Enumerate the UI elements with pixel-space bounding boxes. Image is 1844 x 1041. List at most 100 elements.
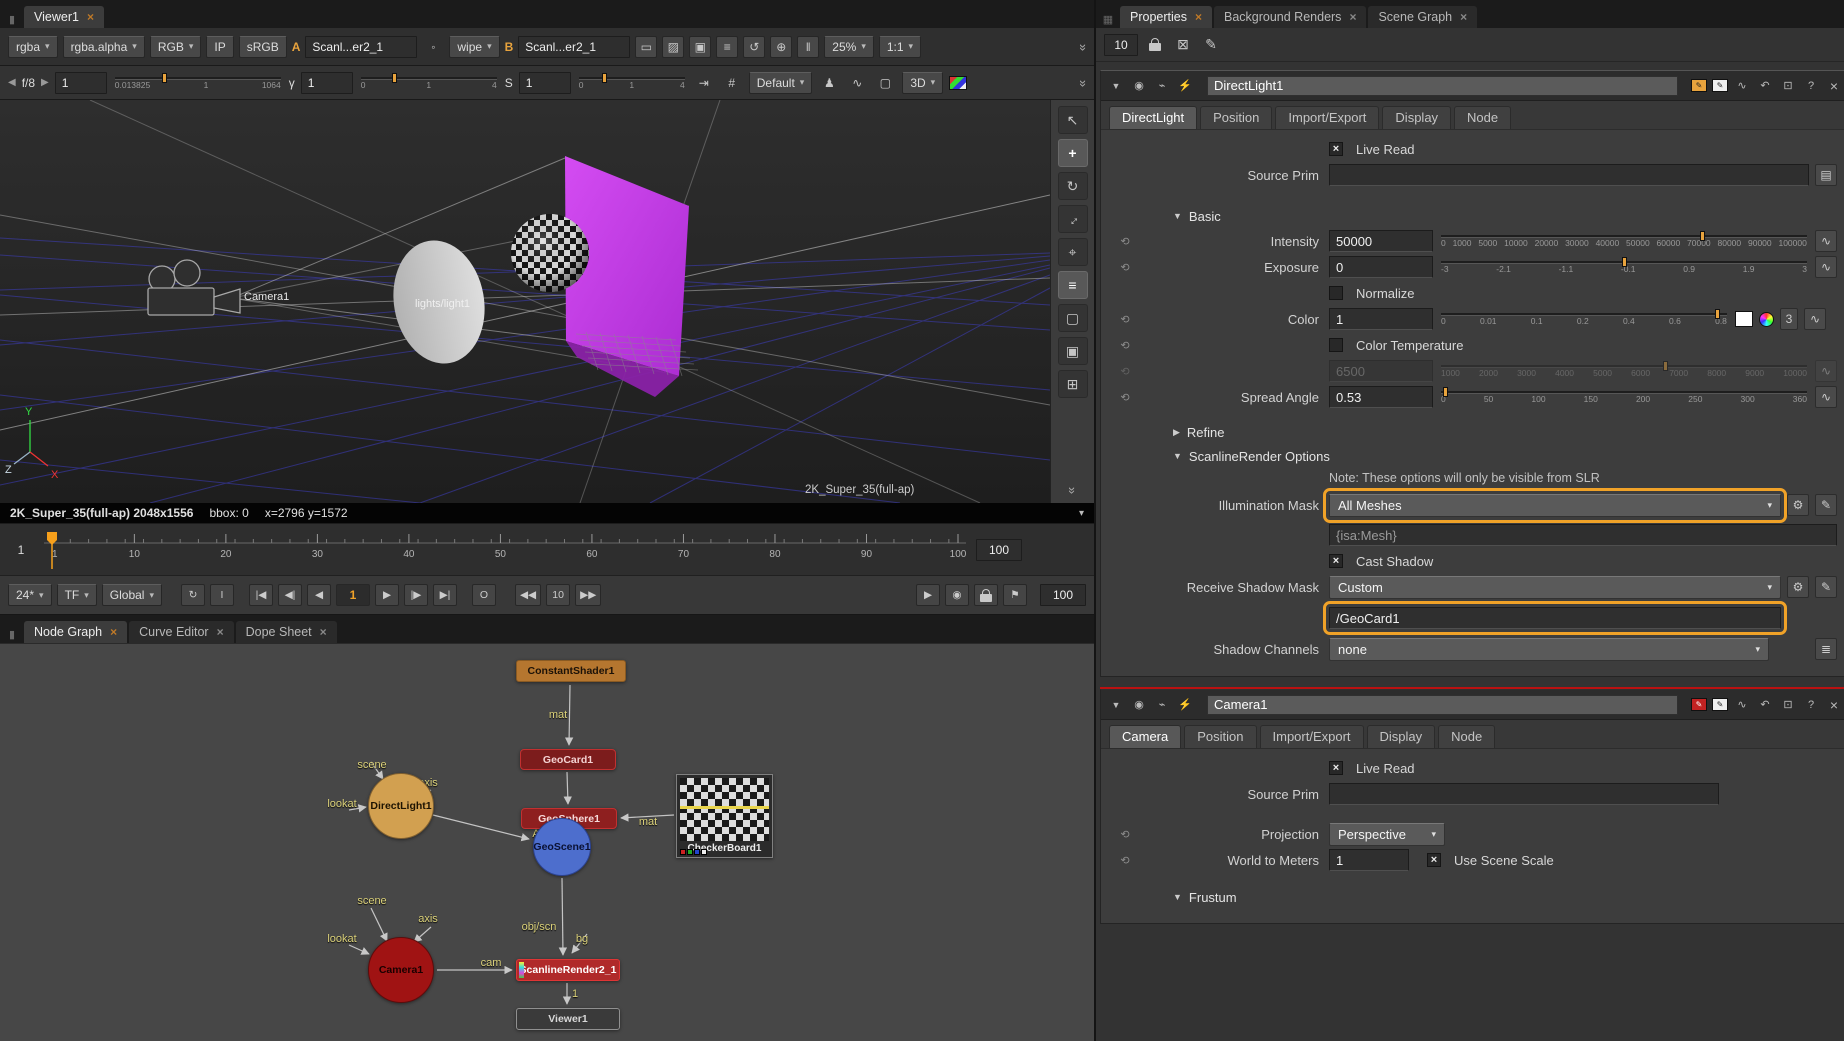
render-button[interactable]: ◉ [945, 584, 969, 606]
tab-import-export[interactable]: Import/Export [1260, 725, 1364, 748]
live-read-checkbox[interactable]: × [1329, 761, 1343, 775]
frame-increment-field[interactable]: 10 [546, 584, 570, 606]
timeline-ruler[interactable]: 1102030405060708090100 [44, 529, 966, 571]
range-end-field[interactable]: 100 [976, 539, 1022, 561]
a-input-menu-icon[interactable]: ◦ [422, 36, 444, 58]
gl-color-swatch[interactable]: ✎ [1712, 698, 1728, 711]
node-color-swatch[interactable]: ✎ [1691, 79, 1707, 92]
close-icon[interactable]: × [110, 625, 117, 639]
receive-shadow-path-field[interactable]: /GeoCard1 [1329, 607, 1781, 629]
skip-to-start-button[interactable]: |◀ [249, 584, 273, 606]
slider-handle[interactable] [1700, 231, 1705, 241]
world-to-meters-field[interactable]: 1 [1329, 849, 1409, 871]
curve-editor-icon[interactable]: ∿ [1733, 77, 1751, 95]
alpha-channel-dropdown[interactable]: rgba.alpha ▾ [63, 36, 145, 58]
chevron-down-icon[interactable]: ▾ [1079, 508, 1084, 519]
close-icon[interactable]: × [217, 625, 224, 639]
pixel-ratio-dropdown[interactable]: 1:1 ▾ [879, 36, 921, 58]
tab-display[interactable]: Display [1382, 106, 1451, 129]
close-icon[interactable]: × [1195, 10, 1202, 24]
node-Viewer1[interactable]: Viewer1 [516, 1008, 620, 1030]
tab-node-graph[interactable]: Node Graph × [24, 621, 127, 643]
animation-curve-icon[interactable]: ∿ [1815, 230, 1837, 252]
prev-keyframe-button[interactable]: ◀| [278, 584, 302, 606]
close-icon[interactable]: × [1825, 696, 1843, 714]
slider-handle[interactable] [1715, 309, 1720, 319]
exposure-field[interactable]: 0 [1329, 256, 1433, 278]
bolt-icon[interactable]: ⚡ [1176, 77, 1194, 95]
color-slider[interactable]: 00.010.10.20.40.60.8 [1439, 307, 1729, 331]
copy-icon[interactable]: ⊡ [1779, 77, 1797, 95]
tab-directlight[interactable]: DirectLight [1109, 106, 1197, 129]
tab-background-renders[interactable]: Background Renders × [1214, 6, 1366, 28]
tab-position[interactable]: Position [1200, 106, 1272, 129]
intensity-slider[interactable]: 0100050001000020000300004000050000600007… [1439, 229, 1809, 253]
tab-scene-graph[interactable]: Scene Graph × [1368, 6, 1477, 28]
animation-curve-icon[interactable]: ∿ [1804, 308, 1826, 330]
channels-dropdown[interactable]: rgba ▾ [8, 36, 58, 58]
help-icon[interactable]: ? [1802, 77, 1820, 95]
gear-icon[interactable]: ⚙ [1787, 576, 1809, 598]
viewer-menu-icon[interactable]: ≡ [716, 36, 738, 58]
channel-count-button[interactable]: 3 [1780, 308, 1798, 330]
knob-state-icon[interactable]: ⟲ [1101, 391, 1149, 404]
refine-section-header[interactable]: ▶ Refine [1101, 420, 1844, 444]
node-Camera1[interactable]: Camera1 [368, 937, 434, 1003]
close-icon[interactable]: × [1825, 77, 1843, 95]
out-point-button[interactable]: O [472, 584, 496, 606]
color-sample-swatch[interactable] [949, 76, 967, 90]
curve-editor-icon[interactable]: ∿ [1733, 696, 1751, 714]
live-read-checkbox[interactable]: × [1329, 142, 1343, 156]
gear-icon[interactable]: ⚙ [1787, 494, 1809, 516]
gain-decrease-icon[interactable]: ◀ [8, 77, 16, 88]
pause-icon[interactable]: ‖ [797, 36, 819, 58]
illumination-expression-field[interactable]: {isa:Mesh} [1329, 524, 1837, 546]
prim-picker-icon[interactable]: ▤ [1815, 164, 1837, 186]
slider-handle[interactable] [392, 73, 397, 83]
center-node-icon[interactable]: ◉ [1130, 77, 1148, 95]
scale-tool-icon[interactable]: ↔ [1058, 205, 1088, 233]
rotate-tool-icon[interactable]: ↻ [1058, 172, 1088, 200]
input-process-icon[interactable]: ♟ [818, 72, 840, 94]
close-icon[interactable]: × [1460, 10, 1467, 24]
gl-color-swatch[interactable]: ✎ [1712, 79, 1728, 92]
b-input-field[interactable]: Scanl...er2_1 [518, 36, 630, 58]
wipe-dropdown[interactable]: wipe ▾ [449, 36, 499, 58]
tab-camera[interactable]: Camera [1109, 725, 1181, 748]
gain-slider[interactable]: 0.01382511064 [113, 71, 283, 95]
color-temperature-field[interactable]: 6500 [1329, 360, 1433, 382]
next-keyframe-button[interactable]: |▶ [404, 584, 428, 606]
edit-icon[interactable]: ✎ [1200, 34, 1222, 56]
timeline-filter-dropdown[interactable]: TF ▾ [57, 584, 97, 606]
panel-menu-icon[interactable]: ▦ [1100, 10, 1116, 28]
illumination-mask-dropdown[interactable]: All Meshes ▾ [1329, 494, 1781, 517]
node-name-field[interactable]: DirectLight1 [1207, 76, 1678, 96]
refresh-icon[interactable]: ↺ [743, 36, 765, 58]
node-link-icon[interactable]: ⌁ [1153, 77, 1171, 95]
close-icon[interactable]: × [87, 10, 94, 24]
gain-increase-icon[interactable]: ▶ [41, 77, 49, 88]
tab-display[interactable]: Display [1367, 725, 1436, 748]
step-forward-button[interactable]: ▶▶ [575, 584, 601, 606]
viewer-process-dropdown[interactable]: Default ▾ [749, 72, 813, 94]
3d-viewport[interactable]: Camera1 lights/light1 2K_Super_35(full-a… [0, 100, 1094, 503]
source-prim-field[interactable] [1329, 783, 1719, 805]
knob-state-icon[interactable]: ⟲ [1101, 261, 1149, 274]
revert-icon[interactable]: ↶ [1756, 696, 1774, 714]
view-mode-dropdown[interactable]: 3D ▾ [902, 72, 943, 94]
gamma-field[interactable]: 1 [301, 72, 353, 94]
max-panels-field[interactable]: 10 [1104, 34, 1138, 56]
lock-panels-icon[interactable] [1144, 34, 1166, 56]
node-CheckerBoard1[interactable]: CheckerBoard1 [676, 774, 773, 858]
color-wheel-icon[interactable] [1759, 312, 1774, 327]
gamma-slider[interactable]: 014 [359, 71, 499, 95]
range-mode-dropdown[interactable]: Global ▾ [102, 584, 162, 606]
receive-shadow-mask-dropdown[interactable]: Custom ▾ [1329, 576, 1781, 599]
basic-section-header[interactable]: ▼ Basic [1101, 204, 1844, 228]
slr-options-section-header[interactable]: ▼ ScanlineRender Options [1101, 444, 1844, 468]
node-link-icon[interactable]: ⌁ [1153, 696, 1171, 714]
roi-icon[interactable]: ⊕ [770, 36, 792, 58]
tab-viewer1[interactable]: Viewer1 × [24, 6, 104, 28]
knob-state-icon[interactable]: ⟲ [1101, 313, 1149, 326]
proxy-toggle-icon[interactable]: ▭ [635, 36, 657, 58]
